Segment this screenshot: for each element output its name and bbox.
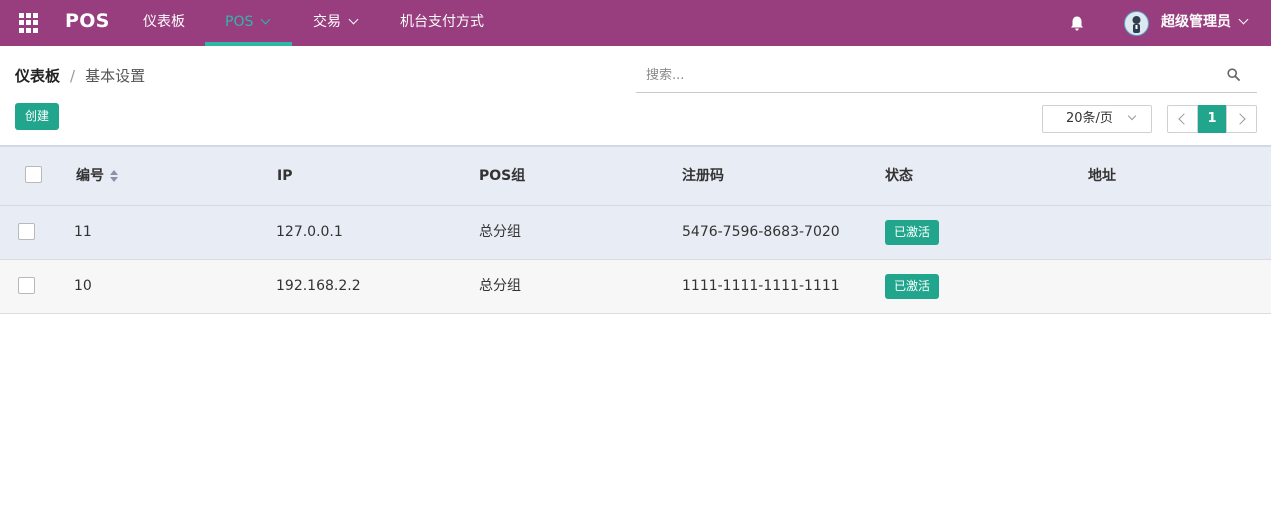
top-navbar: POS 仪表板 POS 交易 机台支付方式 超级管理员 (0, 0, 1271, 46)
nav-item-transactions[interactable]: 交易 (313, 0, 359, 46)
column-header-reg-code[interactable]: 注册码 (682, 147, 724, 205)
avatar[interactable] (1124, 11, 1149, 36)
nav-item-label: 仪表板 (143, 14, 185, 30)
table-row[interactable]: 10 192.168.2.2 总分组 1111-1111-1111-1111 已… (0, 260, 1271, 314)
table-row[interactable]: 11 127.0.0.1 总分组 5476-7596-8683-7020 已激活 (0, 206, 1271, 260)
chevron-down-icon (348, 14, 359, 25)
select-all-checkbox[interactable] (25, 166, 42, 183)
nav-item-dashboard[interactable]: 仪表板 (143, 0, 185, 46)
status-badge: 已激活 (885, 274, 940, 299)
next-page-button[interactable] (1226, 105, 1257, 133)
apps-grid-icon[interactable] (19, 13, 39, 33)
breadcrumb-current: 基本设置 (85, 67, 146, 85)
cell-id: 10 (74, 278, 92, 294)
user-name-label: 超级管理员 (1161, 14, 1231, 30)
current-page-button[interactable]: 1 (1198, 105, 1226, 133)
table-header: 编号 IP POS组 注册码 状态 地址 (0, 145, 1271, 206)
column-header-pos-group[interactable]: POS组 (479, 147, 525, 205)
column-header-id[interactable]: 编号 (76, 147, 119, 205)
search-icon[interactable] (1227, 68, 1240, 81)
row-checkbox[interactable] (18, 277, 35, 294)
cell-reg-code: 1111-1111-1111-1111 (682, 278, 840, 294)
search-bar (636, 58, 1257, 93)
nav-item-label: 机台支付方式 (400, 14, 484, 30)
status-badge: 已激活 (885, 220, 940, 245)
chevron-left-icon (1178, 113, 1190, 125)
page-size-label: 20条/页 (1066, 111, 1113, 126)
cell-ip: 127.0.0.1 (276, 224, 343, 240)
nav-item-payment-methods[interactable]: 机台支付方式 (400, 0, 484, 46)
user-avatar-icon (1132, 16, 1141, 33)
nav-item-label: 交易 (313, 14, 341, 30)
cell-id: 11 (74, 224, 92, 240)
chevron-down-icon (1127, 111, 1137, 121)
column-header-ip[interactable]: IP (277, 147, 292, 205)
page-size-select[interactable]: 20条/页 (1042, 105, 1152, 133)
chevron-down-icon (260, 14, 271, 25)
cell-reg-code: 5476-7596-8683-7020 (682, 224, 840, 240)
cell-pos-group: 总分组 (479, 278, 521, 294)
create-button[interactable]: 创建 (15, 103, 59, 130)
active-nav-indicator (205, 42, 292, 46)
pos-table: 编号 IP POS组 注册码 状态 地址 11 127.0.0.1 总分组 54… (0, 145, 1271, 314)
column-label: 编号 (76, 168, 104, 184)
nav-item-label: POS (225, 14, 254, 30)
column-header-address[interactable]: 地址 (1088, 147, 1116, 205)
app-brand[interactable]: POS (65, 10, 110, 32)
search-input[interactable] (636, 58, 1216, 92)
sort-icon[interactable] (110, 170, 119, 182)
cell-pos-group: 总分组 (479, 224, 521, 240)
chevron-down-icon (1238, 14, 1249, 25)
cell-ip: 192.168.2.2 (276, 278, 361, 294)
breadcrumb-separator: / (70, 67, 76, 85)
breadcrumb: 仪表板 / 基本设置 (15, 65, 145, 86)
column-header-status[interactable]: 状态 (885, 147, 913, 205)
bell-icon[interactable] (1069, 15, 1085, 32)
prev-page-button[interactable] (1167, 105, 1198, 133)
breadcrumb-dashboard-link[interactable]: 仪表板 (15, 67, 60, 85)
user-menu[interactable]: 超级管理员 (1161, 0, 1249, 46)
row-checkbox[interactable] (18, 223, 35, 240)
chevron-right-icon (1234, 113, 1246, 125)
nav-item-pos[interactable]: POS (205, 0, 292, 46)
